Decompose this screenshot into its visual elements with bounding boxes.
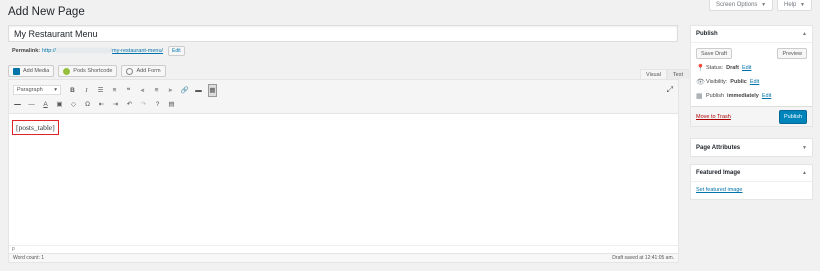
publish-box-header[interactable]: Publish ▲ [691, 26, 812, 43]
pin-icon: 📍 [696, 64, 705, 72]
read-more-icon[interactable]: ▬ [194, 85, 203, 96]
numbered-list-icon[interactable]: ≡ [110, 85, 119, 96]
align-right-icon[interactable]: ⫸ [166, 85, 175, 96]
special-character-icon[interactable]: Ω [83, 99, 92, 110]
visibility-row: 👁 Visibility: Public Edit [696, 78, 760, 86]
permalink-url[interactable]: http://░░░░░░░░░░░░░░/my-restaurant-menu… [42, 48, 163, 54]
publish-actions-major: Move to Trash Publish [691, 106, 812, 126]
add-media-button[interactable]: Add Media [8, 65, 55, 77]
help-tab[interactable]: Help ▼ [777, 0, 812, 11]
bullet-list-icon[interactable]: ☰ [96, 85, 105, 96]
form-icon [126, 67, 134, 75]
strikethrough-icon[interactable]: — [13, 99, 22, 110]
edit-status-link[interactable]: Edit [742, 65, 751, 71]
tab-text[interactable]: Text [666, 69, 689, 79]
permalink-label: Permalink: [12, 48, 41, 54]
media-icon [13, 67, 20, 75]
chevron-down-icon: ▾ [54, 87, 57, 93]
paste-text-icon[interactable]: ▣ [55, 99, 64, 110]
word-count: Word count: 1 [13, 255, 45, 261]
permalink-row: Permalink: http://░░░░░░░░░░░░░░/my-rest… [12, 46, 185, 56]
pods-icon [63, 67, 71, 75]
toolbar-toggle-icon[interactable]: ▦ [208, 83, 217, 97]
collapse-toggle-icon[interactable]: ▲ [802, 170, 807, 176]
publish-box: Publish ▲ Save Draft Preview 📍 Status: D… [690, 25, 813, 127]
fullscreen-icon[interactable]: ⤢ [667, 85, 673, 95]
preview-button[interactable]: Preview [777, 48, 807, 59]
align-center-icon[interactable]: ≡ [152, 85, 161, 96]
post-title-input[interactable] [8, 25, 678, 42]
bold-icon[interactable]: B [68, 85, 77, 96]
calendar-icon: ▦ [696, 92, 703, 100]
screen-options-tab[interactable]: Screen Options ▼ [709, 0, 774, 11]
add-form-button[interactable]: Add Form [121, 65, 166, 77]
featured-image-box: Featured Image ▲ Set featured image [690, 164, 813, 200]
status-row: 📍 Status: Draft Edit [696, 64, 752, 72]
table-icon[interactable]: ▤ [167, 99, 176, 110]
undo-icon[interactable]: ↶ [125, 99, 134, 110]
element-path: p [9, 245, 678, 253]
pods-shortcode-button[interactable]: Pods Shortcode [58, 65, 118, 77]
link-icon[interactable]: 🔗 [180, 85, 189, 96]
editor-toolbar: Paragraph ▾ B I ☰ ≡ ❝ ⫷ ≡ ⫸ 🔗 ▬ ▦ — ― A ▣… [9, 80, 678, 114]
edit-slug-button[interactable]: Edit [168, 46, 185, 56]
edit-date-link[interactable]: Edit [762, 93, 771, 99]
chevron-down-icon: ▼ [800, 2, 805, 8]
align-left-icon[interactable]: ⫷ [138, 85, 147, 96]
publish-date-row: ▦ Publish immediately Edit [696, 92, 772, 100]
redo-icon[interactable]: ↷ [139, 99, 148, 110]
permalink-slug[interactable]: my-restaurant-menu/ [112, 48, 163, 54]
shortcode-text: [posts_table] [12, 120, 59, 135]
page-attributes-box: Page Attributes ▼ [690, 138, 813, 157]
tab-visual[interactable]: Visual [640, 69, 667, 79]
blockquote-icon[interactable]: ❝ [124, 85, 133, 96]
screen-meta-tabs: Screen Options ▼ Help ▼ [709, 0, 812, 11]
editor-status-bar: Word count: 1 Draft saved at 12:41:05 am… [9, 253, 678, 262]
save-draft-button[interactable]: Save Draft [696, 48, 732, 59]
text-color-icon[interactable]: A [41, 99, 50, 110]
format-select[interactable]: Paragraph ▾ [13, 85, 61, 95]
draft-saved-status: Draft saved at 12:41:05 am. [612, 255, 674, 261]
help-icon[interactable]: ? [153, 99, 162, 110]
editor-tabs: Visual Text [640, 69, 689, 79]
collapse-toggle-icon[interactable]: ▲ [802, 31, 807, 37]
page-title: Add New Page [8, 6, 85, 18]
edit-visibility-link[interactable]: Edit [750, 79, 759, 85]
outdent-icon[interactable]: ⇤ [97, 99, 106, 110]
content-editor: Paragraph ▾ B I ☰ ≡ ❝ ⫷ ≡ ⫸ 🔗 ▬ ▦ — ― A ▣… [8, 79, 679, 263]
featured-image-header[interactable]: Featured Image ▲ [691, 165, 812, 182]
set-featured-image-link[interactable]: Set featured image [691, 182, 812, 199]
page-attributes-header[interactable]: Page Attributes ▼ [691, 139, 812, 156]
toolbar-row-1: Paragraph ▾ B I ☰ ≡ ❝ ⫷ ≡ ⫸ 🔗 ▬ ▦ [13, 83, 217, 97]
italic-icon[interactable]: I [82, 85, 91, 96]
media-buttons: Add Media Pods Shortcode Add Form [8, 65, 166, 77]
eye-icon: 👁 [696, 78, 705, 86]
publish-actions-minor: Save Draft Preview [691, 43, 812, 61]
editor-content[interactable]: [posts_table] [12, 117, 59, 135]
chevron-down-icon: ▼ [761, 2, 767, 8]
move-to-trash-link[interactable]: Move to Trash [696, 114, 731, 120]
publish-button[interactable]: Publish [779, 109, 807, 124]
toolbar-row-2: — ― A ▣ ◇ Ω ⇤ ⇥ ↶ ↷ ? ▤ [13, 98, 176, 110]
indent-icon[interactable]: ⇥ [111, 99, 120, 110]
clear-formatting-icon[interactable]: ◇ [69, 99, 78, 110]
horizontal-line-icon[interactable]: ― [27, 99, 36, 110]
expand-toggle-icon[interactable]: ▼ [802, 145, 807, 151]
